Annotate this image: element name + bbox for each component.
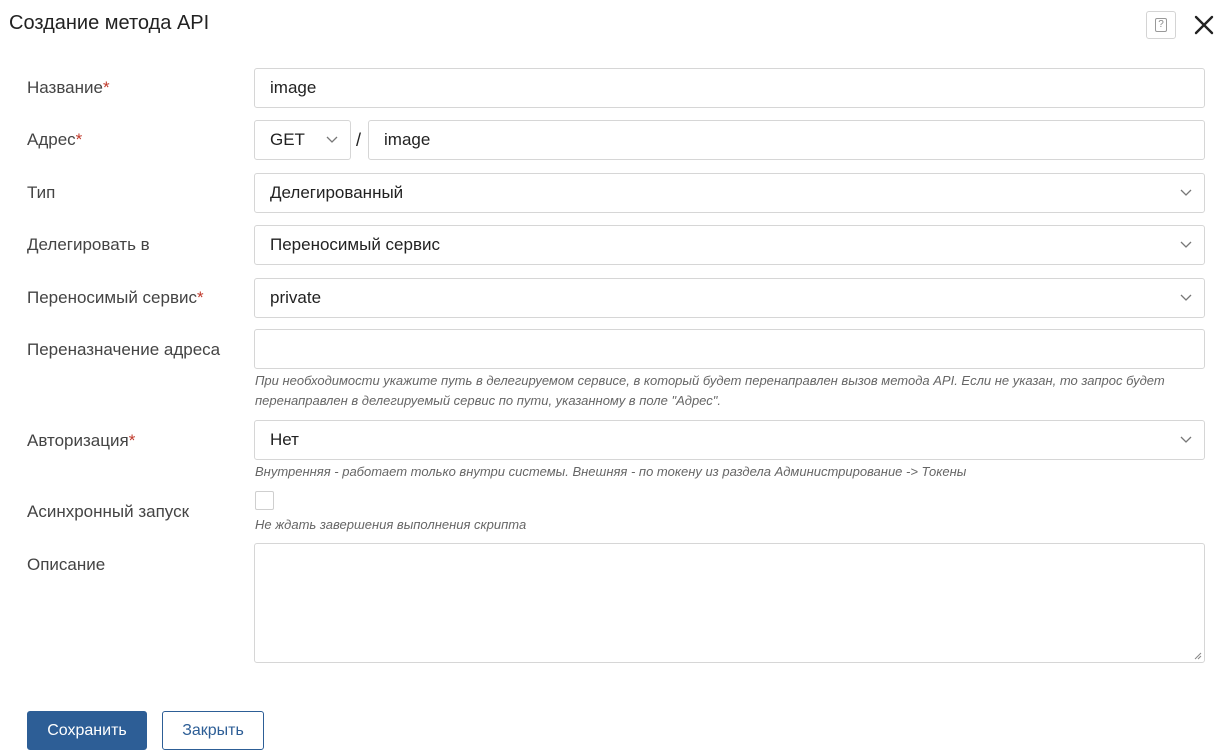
portable-service-label: Переносимый сервис* bbox=[27, 288, 204, 307]
authorization-label: Авторизация* bbox=[27, 431, 136, 450]
portable-service-select[interactable]: private bbox=[254, 278, 1205, 318]
name-input[interactable]: image bbox=[254, 68, 1205, 108]
chevron-down-icon bbox=[1180, 189, 1192, 196]
type-value: Делегированный bbox=[270, 183, 404, 202]
delegate-to-value: Переносимый сервис bbox=[270, 235, 440, 254]
async-label: Асинхронный запуск bbox=[27, 502, 190, 521]
address-separator: / bbox=[356, 130, 362, 150]
http-method-value: GET bbox=[270, 130, 305, 149]
readdress-input[interactable] bbox=[254, 329, 1205, 369]
http-method-select[interactable]: GET bbox=[254, 120, 351, 160]
async-hint: Не ждать завершения выполнения скрипта bbox=[255, 517, 527, 532]
authorization-value: Нет bbox=[270, 430, 299, 449]
authorization-hint: Внутренняя - работает только внутри сист… bbox=[255, 464, 967, 479]
help-icon: ? bbox=[1155, 18, 1167, 32]
description-label: Описание bbox=[27, 555, 106, 574]
description-textarea[interactable] bbox=[254, 543, 1205, 663]
address-path-value: image bbox=[384, 130, 431, 149]
address-label: Адрес* bbox=[27, 130, 83, 149]
readdress-label: Переназначение адреса bbox=[27, 340, 221, 359]
chevron-down-icon bbox=[326, 136, 338, 143]
portable-service-value: private bbox=[270, 288, 322, 307]
chevron-down-icon bbox=[1180, 241, 1192, 248]
name-value: image bbox=[270, 78, 317, 97]
async-checkbox[interactable] bbox=[255, 491, 274, 510]
name-label: Название* bbox=[27, 78, 110, 97]
close-icon[interactable] bbox=[1191, 12, 1217, 38]
save-button[interactable]: Сохранить bbox=[27, 711, 147, 750]
resize-handle-icon[interactable] bbox=[1193, 651, 1202, 660]
chevron-down-icon bbox=[1180, 436, 1192, 443]
close-button[interactable]: Закрыть bbox=[162, 711, 264, 750]
dialog-title: Создание метода API bbox=[9, 12, 210, 34]
readdress-hint: При необходимости укажите путь в делегир… bbox=[255, 373, 1165, 408]
chevron-down-icon bbox=[1180, 294, 1192, 301]
authorization-select[interactable]: Нет bbox=[254, 420, 1205, 460]
delegate-to-select[interactable]: Переносимый сервис bbox=[254, 225, 1205, 265]
type-label: Тип bbox=[27, 183, 56, 202]
type-select[interactable]: Делегированный bbox=[254, 173, 1205, 213]
delegate-to-label: Делегировать в bbox=[27, 235, 150, 254]
help-button[interactable]: ? bbox=[1146, 11, 1176, 39]
address-path-input[interactable]: image bbox=[368, 120, 1205, 160]
